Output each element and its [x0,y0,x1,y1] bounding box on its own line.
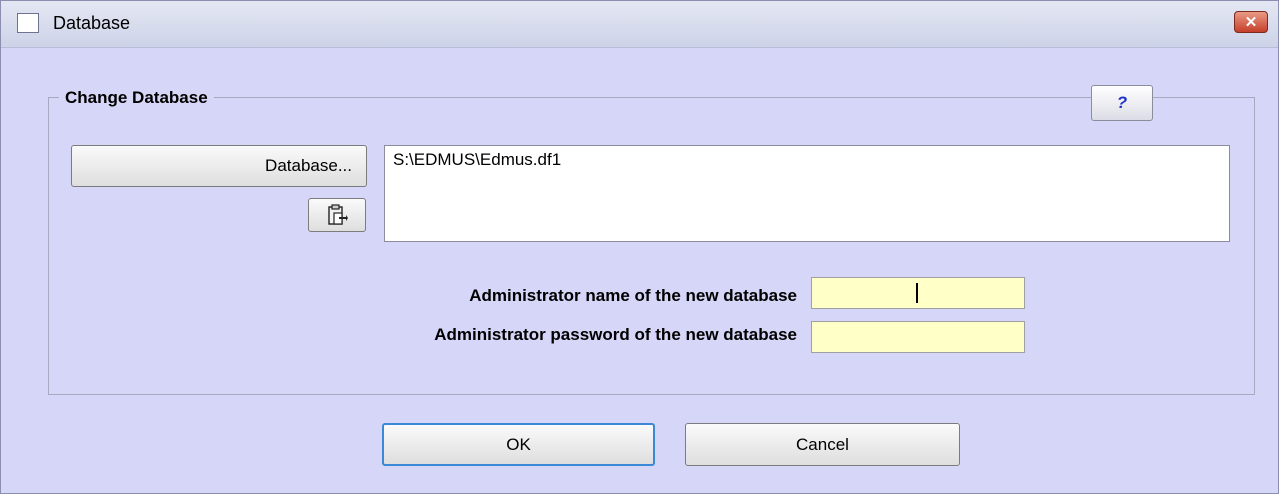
admin-password-input[interactable] [811,321,1025,353]
admin-name-label: Administrator name of the new database [469,286,797,305]
group-title: Change Database [59,88,214,108]
admin-password-label: Administrator password of the new databa… [434,325,797,344]
window-icon [17,13,39,33]
ok-button[interactable]: OK [382,423,655,466]
database-path-field[interactable]: S:\EDMUS\Edmus.df1 [384,145,1230,242]
text-cursor [916,283,918,303]
help-button[interactable]: ? [1091,85,1153,121]
window-title: Database [53,13,131,33]
cancel-button[interactable]: Cancel [685,423,960,466]
database-dialog: Database ✕ Change Database ? Database...… [0,0,1279,494]
close-button[interactable]: ✕ [1234,11,1268,33]
admin-name-input[interactable] [811,277,1025,309]
database-browse-button[interactable]: Database... [71,145,367,187]
clipboard-paste-icon [328,204,348,225]
title-bar[interactable]: Database ✕ [1,1,1278,48]
paste-button[interactable] [308,198,366,232]
change-database-group [48,97,1255,395]
